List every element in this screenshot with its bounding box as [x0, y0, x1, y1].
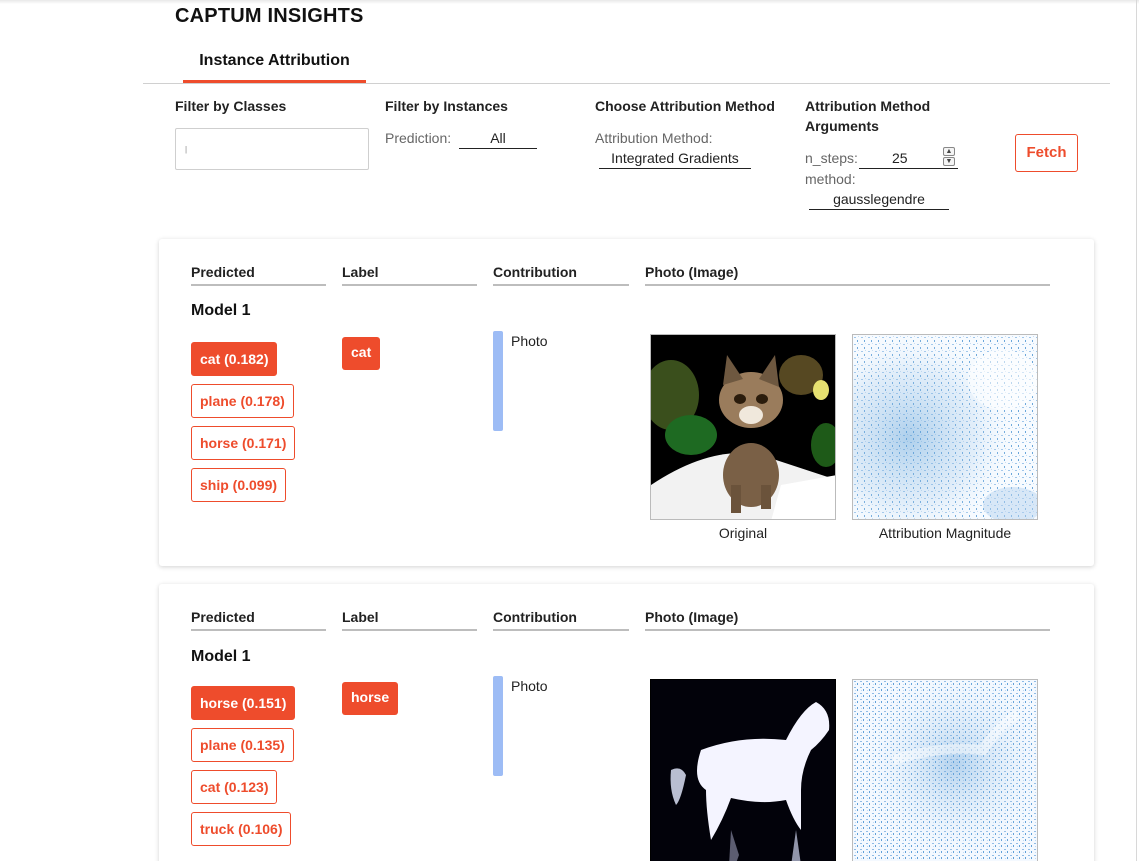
prediction-chip[interactable]: plane (0.135): [191, 728, 294, 762]
column-header-contribution: Contribution: [493, 264, 629, 286]
original-image: [650, 679, 836, 861]
column-header-predicted: Predicted: [191, 609, 326, 631]
text-cursor-icon: |: [185, 145, 188, 154]
model-name: Model 1: [191, 302, 251, 319]
column-header-photo: Photo (Image): [645, 609, 1050, 631]
label-chip: cat: [342, 337, 381, 370]
tab-divider: [143, 83, 1110, 84]
tab-instance-attribution[interactable]: Instance Attribution: [183, 52, 366, 83]
instance-card: Predicted Label Contribution Photo (Imag…: [159, 239, 1094, 566]
contribution-bar: [493, 676, 503, 776]
contribution-bar: [493, 331, 503, 431]
method-select[interactable]: gausslegendre: [809, 191, 949, 210]
attribution-method-select[interactable]: Integrated Gradients: [599, 150, 751, 169]
prediction-chip[interactable]: plane (0.178): [191, 384, 294, 418]
prediction-chip[interactable]: ship (0.099): [191, 468, 287, 502]
arguments-heading-line2: Arguments: [805, 118, 879, 134]
prediction-select[interactable]: All: [459, 130, 537, 149]
prediction-label: Prediction:: [385, 130, 452, 146]
attribution-image: [852, 334, 1038, 520]
original-caption: Original: [718, 525, 768, 541]
filter-instances-heading: Filter by Instances: [385, 98, 508, 114]
attribution-method-label: Attribution Method:: [595, 130, 713, 146]
prediction-list: cat (0.182) plane (0.178) horse (0.171) …: [191, 342, 296, 510]
contribution-label: Photo: [511, 678, 548, 694]
fetch-button[interactable]: Fetch: [1015, 134, 1078, 172]
app-page: CAPTUM INSIGHTS Instance Attribution Fil…: [0, 0, 1139, 861]
column-header-predicted: Predicted: [191, 264, 326, 286]
column-header-label: Label: [342, 264, 477, 286]
contribution-label: Photo: [511, 333, 548, 349]
n-steps-stepper[interactable]: ▲ ▼: [943, 147, 957, 167]
prediction-chip[interactable]: horse (0.151): [191, 686, 296, 720]
prediction-chip[interactable]: cat (0.182): [191, 342, 278, 376]
method-label: method:: [805, 171, 856, 187]
attribution-image: [852, 679, 1038, 861]
column-header-label: Label: [342, 609, 477, 631]
label-chip: horse: [342, 682, 399, 715]
app-title: CAPTUM INSIGHTS: [175, 5, 364, 27]
class-filter-input[interactable]: |: [175, 128, 369, 170]
attribution-caption: Attribution Magnitude: [878, 525, 1012, 541]
n-steps-label: n_steps:: [805, 150, 858, 166]
prediction-list: horse (0.151) plane (0.135) cat (0.123) …: [191, 686, 296, 854]
instance-card: Predicted Label Contribution Photo (Imag…: [159, 584, 1094, 861]
prediction-chip[interactable]: truck (0.106): [191, 812, 292, 846]
stepper-down-icon[interactable]: ▼: [943, 157, 955, 166]
prediction-chip[interactable]: cat (0.123): [191, 770, 278, 804]
stepper-up-icon[interactable]: ▲: [943, 147, 955, 156]
scrollbar-track[interactable]: [1136, 0, 1137, 861]
original-image: [650, 334, 836, 520]
attribution-method-heading: Choose Attribution Method: [595, 98, 775, 114]
model-name: Model 1: [191, 648, 251, 665]
column-header-photo: Photo (Image): [645, 264, 1050, 286]
column-header-contribution: Contribution: [493, 609, 629, 631]
prediction-chip[interactable]: horse (0.171): [191, 426, 296, 460]
top-shadow: [0, 0, 1139, 4]
filter-classes-heading: Filter by Classes: [175, 98, 287, 114]
arguments-heading-line1: Attribution Method: [805, 98, 931, 114]
